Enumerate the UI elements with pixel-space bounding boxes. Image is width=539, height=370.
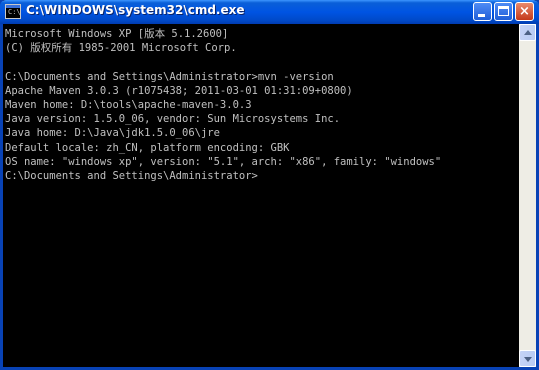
arrow-up-icon bbox=[524, 30, 532, 35]
title-bar[interactable]: C:\ C:\WINDOWS\system32\cmd.exe × bbox=[0, 0, 539, 24]
console-line: Java version: 1.5.0_06, vendor: Sun Micr… bbox=[5, 113, 341, 126]
minimize-icon bbox=[478, 14, 485, 17]
console-line: (C) 版权所有 1985-2001 Microsoft Corp. bbox=[5, 42, 237, 55]
cmd-window: C:\ C:\WINDOWS\system32\cmd.exe × Micros… bbox=[0, 0, 539, 370]
console-line: Default locale: zh_CN, platform encoding… bbox=[5, 141, 290, 154]
console-line: OS name: "windows xp", version: "5.1", a… bbox=[5, 155, 442, 168]
console-line: Microsoft Windows XP [版本 5.1.2600] bbox=[5, 28, 229, 40]
scroll-up-button[interactable] bbox=[519, 24, 536, 41]
scroll-down-button[interactable] bbox=[519, 350, 536, 367]
console-line: Maven home: D:\tools\apache-maven-3.0.3 bbox=[5, 98, 252, 111]
maximize-icon bbox=[498, 6, 509, 16]
minimize-button[interactable] bbox=[473, 2, 492, 21]
arrow-down-icon bbox=[524, 357, 532, 362]
cmd-icon[interactable]: C:\ bbox=[5, 4, 21, 19]
close-button[interactable]: × bbox=[515, 2, 534, 21]
console-output[interactable]: Microsoft Windows XP [版本 5.1.2600] (C) 版… bbox=[3, 24, 519, 367]
cmd-icon-text: C:\ bbox=[8, 8, 21, 16]
console-line: Java home: D:\Java\jdk1.5.0_06\jre bbox=[5, 127, 220, 140]
maximize-button[interactable] bbox=[494, 2, 513, 21]
window-title: C:\WINDOWS\system32\cmd.exe bbox=[26, 3, 245, 17]
console-line: Apache Maven 3.0.3 (r1075438; 2011-03-01… bbox=[5, 84, 353, 97]
console-line: C:\Documents and Settings\Administrator>… bbox=[5, 70, 334, 83]
console-prompt[interactable]: C:\Documents and Settings\Administrator> bbox=[3, 169, 519, 183]
close-icon: × bbox=[519, 4, 530, 19]
vertical-scrollbar[interactable] bbox=[519, 24, 536, 367]
